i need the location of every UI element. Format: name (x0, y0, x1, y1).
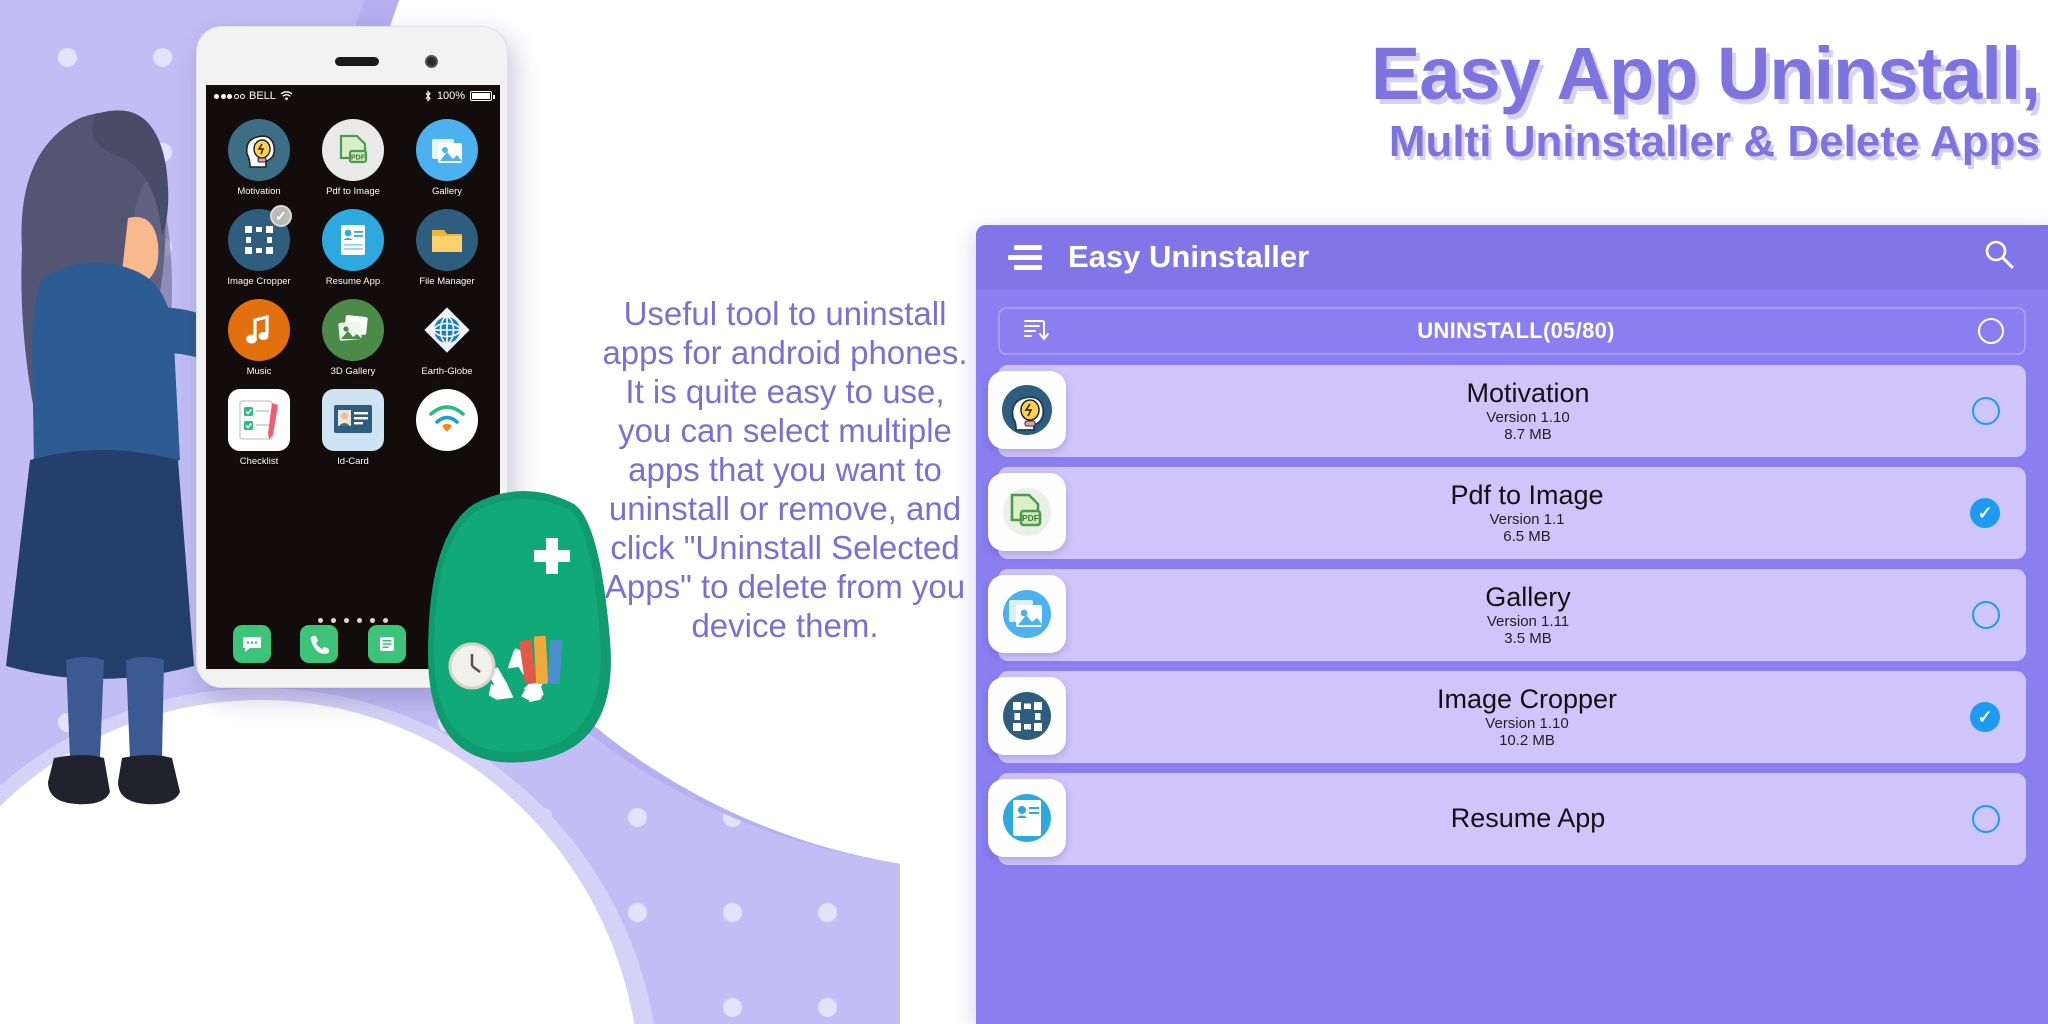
id-card-icon (322, 389, 384, 451)
pdf-to-image-icon: PDF (322, 119, 384, 181)
wifi-app-icon (416, 389, 478, 451)
phone-app-label: Id-Card (337, 456, 369, 467)
phone-app-earth-globe[interactable]: Earth-Globe (400, 299, 494, 377)
phone-app-pdf-to-image[interactable]: PDF Pdf to Image (306, 119, 400, 197)
checklist-icon (228, 389, 290, 451)
messages-icon[interactable] (232, 625, 271, 663)
app-list-row[interactable]: Resume App (988, 773, 2026, 865)
phone-app-resume[interactable]: Resume App (306, 209, 400, 287)
phone-app-checklist[interactable]: Checklist (212, 389, 306, 467)
earth-globe-icon (416, 299, 478, 361)
phone-app-gallery[interactable]: Gallery (400, 119, 494, 197)
uninstall-action-bar[interactable]: UNINSTALL(05/80) (998, 307, 2026, 355)
phone-app-label: Music (246, 366, 272, 377)
app-name: Pdf to Image (1450, 479, 1604, 510)
wifi-icon (280, 90, 293, 101)
phone-app-music[interactable]: Music (212, 299, 306, 377)
app-row-info: Motivation Version 1.10 8.7 MB (1084, 377, 1972, 444)
app-size: 10.2 MB (1499, 732, 1555, 750)
phone-app-id-card[interactable]: Id-Card (306, 389, 400, 467)
carrier-label: BELL (249, 90, 276, 102)
phone-app-image-cropper[interactable]: ✓ Image Cropper (212, 205, 306, 287)
file-manager-icon (416, 209, 478, 271)
description-text: Useful tool to uninstall apps for androi… (602, 295, 968, 644)
status-right-group: 100% (424, 90, 495, 102)
gallery-icon (416, 119, 478, 181)
resume-app-icon (322, 209, 384, 271)
app-version: Version 1.1 (1489, 511, 1565, 529)
app-name: Motivation (1466, 377, 1590, 408)
phone-app-wifi[interactable] (400, 389, 494, 467)
app-row-checkbox[interactable] (1972, 397, 2000, 425)
phone-app-label: 3D Gallery (330, 366, 376, 377)
app-version: Version 1.10 (1486, 409, 1570, 427)
uninstall-count-label: UNINSTALL(05/80) (1417, 318, 1615, 343)
phone-app-3d-gallery[interactable]: 3D Gallery (306, 299, 400, 377)
app-list-row[interactable]: Motivation Version 1.10 8.7 MB (988, 365, 2026, 457)
app-version: Version 1.10 (1485, 715, 1569, 733)
app-name: Image Cropper (1436, 683, 1618, 714)
phone-app-label: Gallery (431, 186, 463, 197)
phone-app-label: Earth-Globe (421, 366, 473, 377)
app-row-checkbox[interactable] (1972, 805, 2000, 833)
select-all-checkbox[interactable] (1978, 318, 2004, 344)
headline-block: Easy App Uninstall, Multi Uninstaller & … (880, 32, 2041, 167)
headline-line2: Multi Uninstaller & Delete Apps (1388, 117, 2040, 167)
app-name: Gallery (1485, 581, 1571, 612)
panel-title: Easy Uninstaller (1068, 239, 1310, 274)
phone-app-motivation[interactable]: Motivation (212, 119, 306, 197)
resume-app-icon (988, 779, 1066, 857)
phone-app-label: Image Cropper (227, 276, 291, 287)
app-list-row[interactable]: PDF Pdf to Image Version 1.1 6.5 MB ✓ (988, 467, 2026, 559)
app-row-checkbox[interactable] (1972, 601, 2000, 629)
signal-dots-icon (214, 93, 245, 99)
app-row-info: Image Cropper Version 1.10 10.2 MB (1084, 683, 1970, 750)
pdf-to-image-icon: PDF (988, 473, 1066, 551)
app-size: 8.7 MB (1504, 426, 1552, 444)
svg-text:PDF: PDF (351, 155, 366, 162)
phone-status-bar: BELL 100% (206, 85, 500, 107)
app-list-row[interactable]: Image Cropper Version 1.10 10.2 MB ✓ (988, 671, 2026, 763)
app-list-row[interactable]: Gallery Version 1.11 3.5 MB (988, 569, 2026, 661)
phone-app-grid: Motivation PDF Pdf to Image Gallery ✓ Im… (206, 111, 500, 475)
battery-icon (470, 91, 495, 101)
app-size: 6.5 MB (1503, 528, 1551, 546)
battery-percent-label: 100% (436, 90, 465, 102)
app-row-checkbox[interactable]: ✓ (1970, 702, 2000, 732)
app-version: Version 1.11 (1486, 613, 1570, 631)
phone-app-file-manager[interactable]: File Manager (400, 209, 494, 287)
phone-app-selected-badge: ✓ (270, 205, 292, 227)
app-size: 3.5 MB (1504, 630, 1552, 648)
app-row-info: Resume App (1084, 802, 1972, 834)
svg-text:PDF: PDF (1022, 513, 1039, 523)
headline-line1: Easy App Uninstall, (1370, 32, 2041, 115)
easy-uninstaller-panel: Easy Uninstaller UNINSTALL(05/80) Motiva… (976, 225, 2048, 1024)
phone-app-label: File Manager (419, 276, 475, 287)
phone-app-label: Resume App (325, 276, 381, 287)
app-row-checkbox[interactable]: ✓ (1970, 498, 2000, 528)
music-icon (228, 299, 290, 361)
bluetooth-icon (425, 90, 431, 102)
phone-app-label: Pdf to Image (326, 186, 380, 197)
notes-icon[interactable] (367, 625, 406, 663)
image-cropper-icon (988, 677, 1066, 755)
sort-descending-icon[interactable] (1020, 314, 1054, 348)
phone-camera-icon (425, 55, 438, 68)
phone-app-label: Motivation (237, 186, 281, 197)
phone-icon[interactable] (300, 625, 339, 663)
hamburger-menu-icon[interactable] (1008, 244, 1042, 270)
panel-header: Easy Uninstaller (976, 225, 2048, 289)
app-row-info: Pdf to Image Version 1.1 6.5 MB (1084, 479, 1970, 546)
motivation-icon (228, 119, 290, 181)
motivation-icon (988, 371, 1066, 449)
app-row-info: Gallery Version 1.11 3.5 MB (1084, 581, 1972, 648)
phone-app-label: Checklist (239, 456, 279, 467)
search-icon[interactable] (1982, 238, 2016, 277)
app-name: Resume App (1450, 802, 1606, 833)
gallery-icon (988, 575, 1066, 653)
gallery-3d-icon (322, 299, 384, 361)
phone-speaker (335, 57, 379, 66)
